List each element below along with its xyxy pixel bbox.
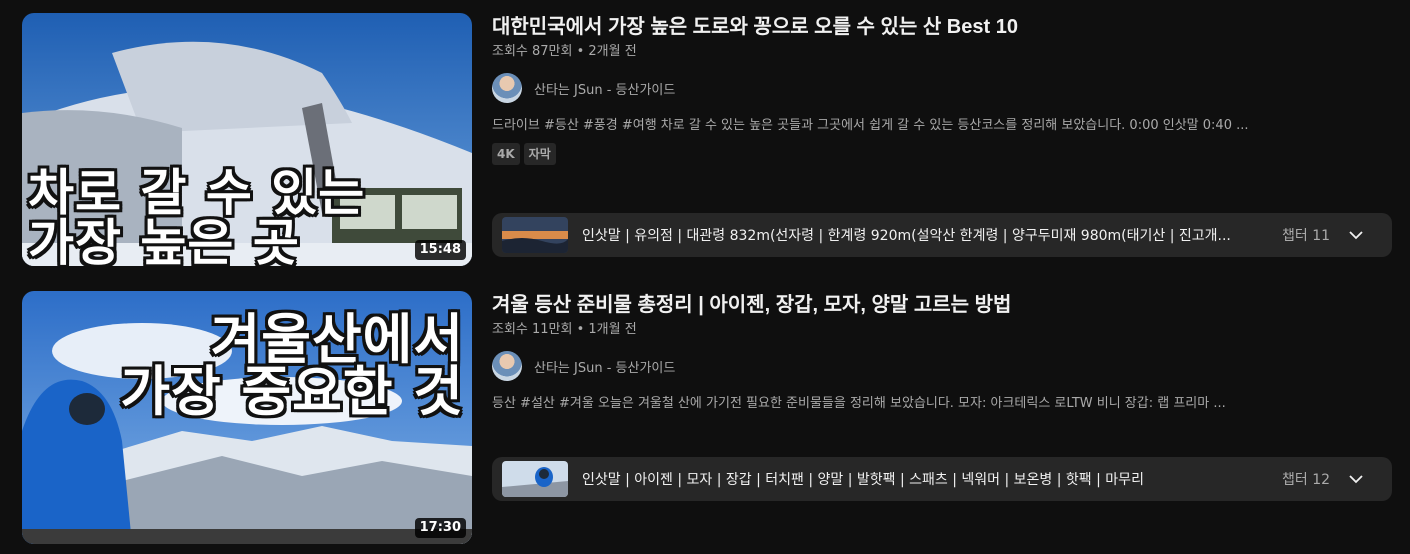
channel-row: 산타는 JSun - 등산가이드 [492, 73, 1392, 103]
chapters-count: 챕터 11 [1282, 228, 1331, 244]
thumbnail-caption: 가장 높은 곳 [28, 214, 300, 266]
chapter-thumbnail [502, 461, 568, 497]
channel-row: 산타는 JSun - 등산가이드 [492, 351, 1392, 381]
chevron-down-icon[interactable] [1346, 225, 1366, 245]
video-info: 대한민국에서 가장 높은 도로와 꽁으로 오를 수 있는 산 Best 10 조… [492, 13, 1392, 257]
video-thumbnail[interactable]: 겨울산에서 가장 중요한 것 17:30 [22, 291, 472, 544]
video-info: 겨울 등산 준비물 총정리 | 아이젠, 장갑, 모자, 양말 고르는 방법 조… [492, 291, 1392, 501]
channel-name[interactable]: 산타는 JSun - 등산가이드 [534, 79, 675, 98]
video-title[interactable]: 대한민국에서 가장 높은 도로와 꽁으로 오를 수 있는 산 Best 10 [492, 13, 1392, 41]
subtitles-badge: 자막 [523, 143, 556, 165]
chapter-thumbnail [502, 217, 568, 253]
chapters-list: 인삿말 | 아이젠 | 모자 | 장갑 | 터치팬 | 양말 | 발핫팩 | 스… [582, 472, 1144, 488]
channel-avatar[interactable] [492, 351, 522, 381]
4k-badge: 4K [492, 143, 520, 165]
chevron-down-icon[interactable] [1346, 469, 1366, 489]
chapters-list: 인삿말 | 유의점 | 대관령 832m(선자령 | 한계령 920m(설악산 … [582, 228, 1231, 244]
video-title[interactable]: 겨울 등산 준비물 총정리 | 아이젠, 장갑, 모자, 양말 고르는 방법 [492, 291, 1392, 319]
channel-avatar[interactable] [492, 73, 522, 103]
video-thumbnail[interactable]: 차로 갈 수 있는 가장 높은 곳 15:48 [22, 13, 472, 266]
chapters-bar[interactable]: 인삿말 | 아이젠 | 모자 | 장갑 | 터치팬 | 양말 | 발핫팩 | 스… [492, 457, 1392, 501]
badge-row: 4K 자막 [492, 143, 1392, 165]
video-metadata: 조회수 11만회 • 1개월 전 [492, 322, 637, 337]
thumbnail-caption: 가장 중요한 것 [120, 360, 464, 423]
video-result: 차로 갈 수 있는 가장 높은 곳 15:48 대한민국에서 가장 높은 도로와… [0, 13, 1410, 267]
video-result: 겨울산에서 가장 중요한 것 17:30 겨울 등산 준비물 총정리 | 아이젠… [0, 291, 1410, 545]
video-metadata: 조회수 87만회 • 2개월 전 [492, 44, 637, 59]
channel-name[interactable]: 산타는 JSun - 등산가이드 [534, 357, 675, 376]
video-description: 드라이브 #등산 #풍경 #여행 차로 갈 수 있는 높은 곳들과 그곳에서 쉽… [492, 118, 1249, 133]
chapters-bar[interactable]: 인삿말 | 유의점 | 대관령 832m(선자령 | 한계령 920m(설악산 … [492, 213, 1392, 257]
duration-badge: 17:30 [414, 518, 466, 538]
chapters-count: 챕터 12 [1282, 472, 1331, 488]
video-description: 등산 #설산 #겨울 오늘은 겨울철 산에 가기전 필요한 준비물들을 정리해 … [492, 396, 1226, 411]
duration-badge: 15:48 [414, 240, 466, 260]
